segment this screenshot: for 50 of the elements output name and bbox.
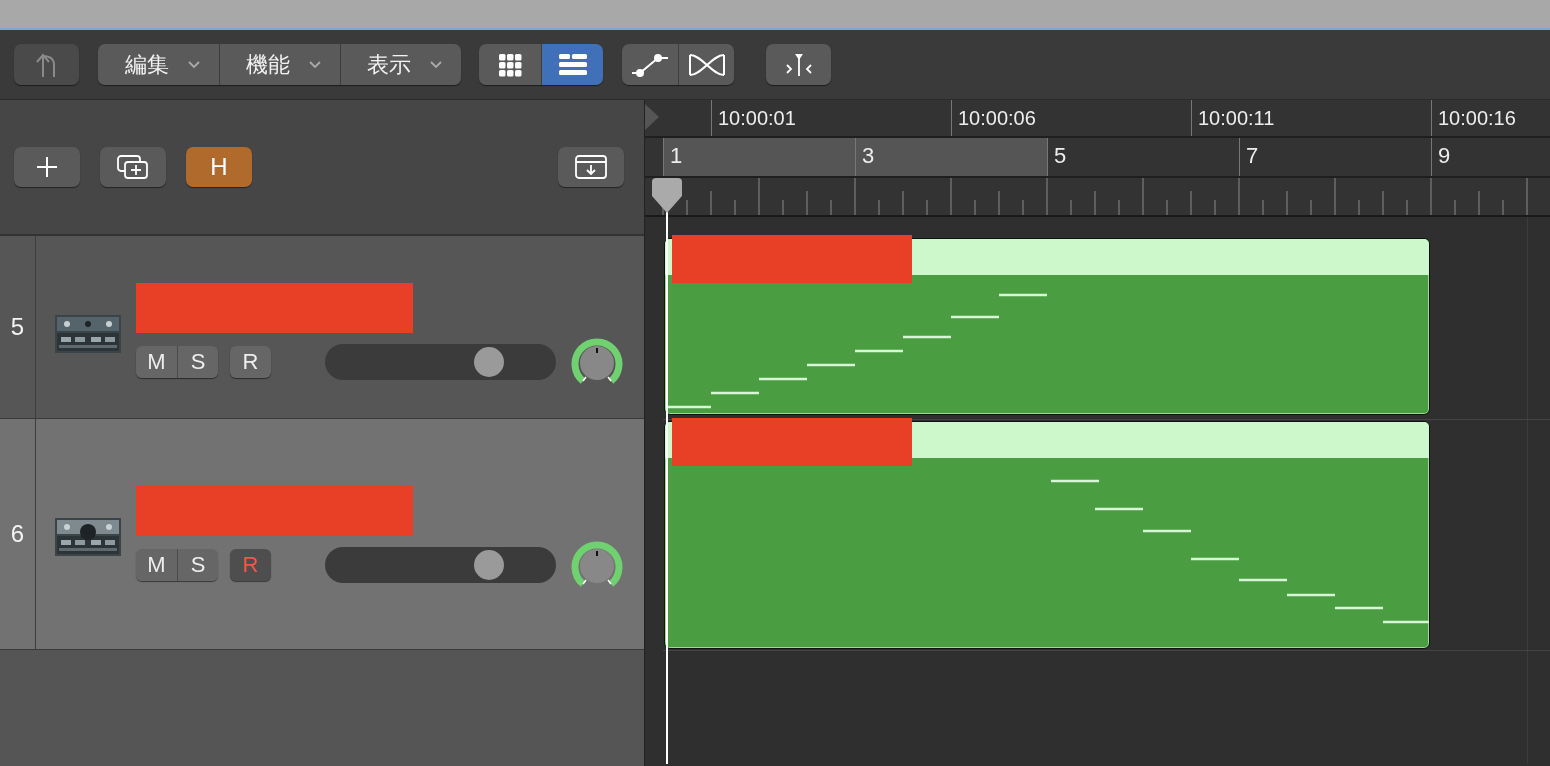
track-header[interactable]: 6 M S R	[0, 419, 644, 650]
record-button[interactable]: R	[230, 345, 271, 378]
track-header[interactable]: 5 M S R	[0, 236, 644, 419]
bar-number: 3	[862, 143, 875, 168]
import-button[interactable]	[558, 147, 624, 187]
mute-button[interactable]: M	[136, 345, 177, 378]
record-button[interactable]: R	[230, 548, 271, 581]
crossfade-icon	[687, 52, 726, 77]
playhead[interactable]	[650, 178, 684, 764]
solo-button[interactable]: S	[177, 345, 218, 378]
volume-slider[interactable]	[325, 343, 556, 380]
chevron-icon	[186, 60, 201, 69]
timecode-label: 10:00:01	[718, 107, 796, 129]
mute-button[interactable]: M	[136, 548, 177, 581]
view-toggle[interactable]	[479, 44, 541, 85]
automation-button[interactable]	[622, 44, 678, 85]
duplicate-track-button[interactable]	[100, 147, 166, 187]
slider-thumb[interactable]	[474, 346, 504, 377]
chevron-icon	[429, 60, 443, 69]
track-number: 6	[0, 419, 36, 649]
bar-number: 7	[1246, 143, 1259, 168]
volume-slider[interactable]	[325, 546, 556, 583]
timecode-label: 10:00:11	[1198, 107, 1275, 129]
duplicate-icon	[116, 154, 150, 180]
snap-button[interactable]	[766, 44, 831, 85]
menu-button[interactable]: 機能	[219, 44, 340, 85]
menu-button[interactable]: 表示	[340, 44, 461, 85]
pan-knob[interactable]	[571, 337, 623, 386]
grid-icon	[497, 52, 523, 77]
bar-number: 9	[1438, 143, 1451, 168]
pan-knob[interactable]	[571, 540, 623, 589]
tray-download-icon	[574, 154, 608, 180]
hide-button[interactable]: H	[186, 147, 252, 187]
menu-button[interactable]: 編集	[98, 44, 219, 85]
snap-icon	[783, 51, 814, 78]
add-track-button[interactable]	[14, 147, 80, 187]
chevron-icon	[308, 60, 322, 69]
list-icon	[557, 52, 588, 77]
solo-button[interactable]: S	[177, 548, 218, 581]
view-toggle[interactable]	[541, 44, 603, 85]
timecode-label: 10:00:06	[958, 107, 1036, 129]
plus-icon	[36, 156, 58, 178]
bar-number: 5	[1054, 143, 1067, 168]
crossfade-button[interactable]	[678, 44, 734, 85]
bar-number: 1	[670, 143, 683, 168]
timecode-label: 10:00:16	[1438, 107, 1516, 129]
slider-thumb[interactable]	[474, 549, 504, 580]
back-button[interactable]	[14, 44, 79, 85]
curve-icon	[630, 52, 670, 77]
track-number: 5	[0, 236, 36, 418]
